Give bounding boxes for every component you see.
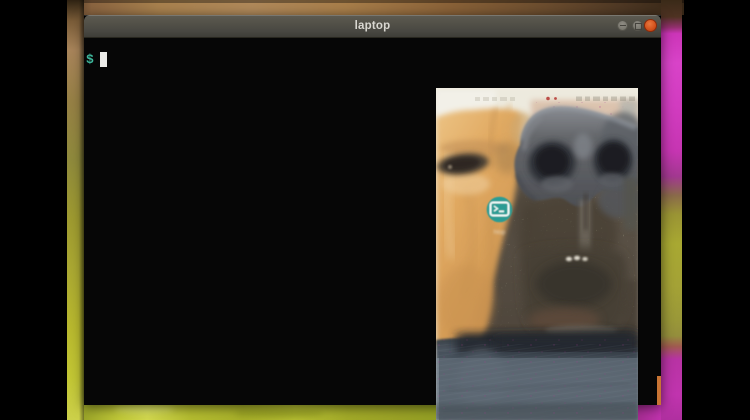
svg-text:htop: htop [494,230,506,236]
